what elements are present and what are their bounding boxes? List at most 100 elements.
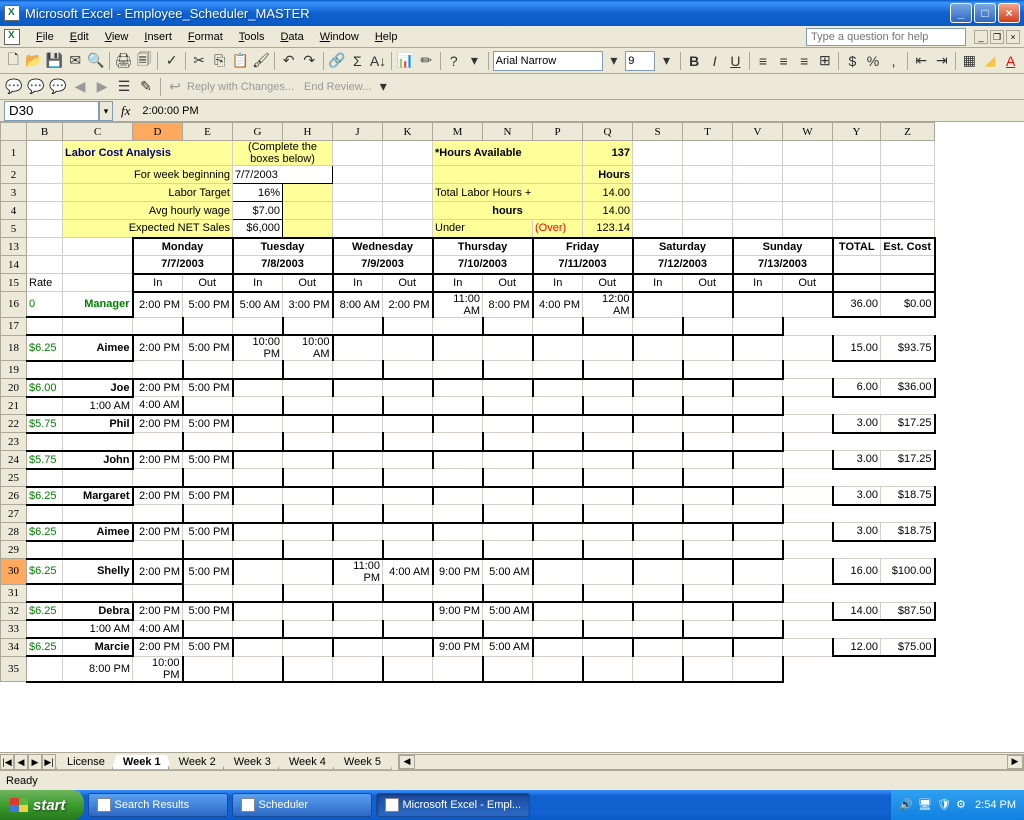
- rate-cell[interactable]: $5.75: [27, 415, 63, 433]
- shift-out-cell[interactable]: [583, 415, 633, 433]
- maximize-button[interactable]: □: [974, 3, 996, 23]
- shift-in-cell[interactable]: [233, 451, 283, 469]
- prev-comment-icon[interactable]: ◀: [70, 77, 90, 97]
- shift-out-cell[interactable]: [383, 415, 433, 433]
- toolbar-dropdown-icon[interactable]: ▾: [465, 51, 484, 71]
- tab-nav-prev-icon[interactable]: ◀: [14, 754, 28, 770]
- shift-in-cell[interactable]: [333, 415, 383, 433]
- rate-cell[interactable]: $6.25: [27, 602, 63, 620]
- sort-asc-icon[interactable]: A↓: [369, 51, 388, 71]
- shift-out-cell[interactable]: [283, 523, 333, 541]
- shift-in-cell[interactable]: [233, 379, 283, 397]
- menu-data[interactable]: Data: [272, 29, 311, 45]
- row-header[interactable]: 25: [1, 469, 27, 487]
- shift-in-cell[interactable]: [733, 379, 783, 397]
- shift-out-cell[interactable]: 5:00 PM: [183, 335, 233, 361]
- copy-icon[interactable]: ⎘: [210, 51, 229, 71]
- employee-name[interactable]: Manager: [63, 292, 133, 318]
- shift-out-cell[interactable]: 4:00 AM: [133, 620, 183, 638]
- tab-nav-next-icon[interactable]: ▶: [28, 754, 42, 770]
- shift-out-cell[interactable]: 5:00 PM: [183, 523, 233, 541]
- shift-out-cell[interactable]: [283, 487, 333, 505]
- shift-in-cell[interactable]: 5:00 AM: [233, 292, 283, 318]
- shift-out-cell[interactable]: [783, 559, 833, 585]
- cut-icon[interactable]: ✂: [190, 51, 209, 71]
- name-box[interactable]: [4, 101, 99, 121]
- row-header[interactable]: 2: [1, 166, 27, 184]
- employee-name[interactable]: Phil: [63, 415, 133, 433]
- shift-out-cell[interactable]: [683, 335, 733, 361]
- row-header[interactable]: 22: [1, 415, 27, 433]
- col-header[interactable]: W: [783, 123, 833, 141]
- col-header[interactable]: J: [333, 123, 383, 141]
- shift-in-cell[interactable]: [733, 523, 783, 541]
- shift-in-cell[interactable]: [633, 638, 683, 656]
- shift-in-cell[interactable]: 2:00 PM: [133, 487, 183, 505]
- start-button[interactable]: start: [0, 790, 84, 820]
- shift-in-cell[interactable]: [333, 487, 383, 505]
- currency-icon[interactable]: $: [843, 51, 862, 71]
- shift-out-cell[interactable]: [483, 415, 533, 433]
- shift-out-cell[interactable]: [783, 335, 833, 361]
- rate-cell[interactable]: $6.25: [27, 335, 63, 361]
- doc-close-button[interactable]: ×: [1006, 30, 1020, 44]
- shift-in-cell[interactable]: 9:00 PM: [433, 638, 483, 656]
- shift-in-cell[interactable]: [233, 487, 283, 505]
- menu-help[interactable]: Help: [367, 29, 406, 45]
- shift-out-cell[interactable]: [683, 559, 733, 585]
- rate-cell[interactable]: $6.25: [27, 523, 63, 541]
- taskbar-button[interactable]: Microsoft Excel - Empl...: [376, 793, 531, 817]
- shift-out-cell[interactable]: [683, 292, 733, 318]
- col-header[interactable]: Y: [833, 123, 881, 141]
- shift-in-cell[interactable]: [533, 451, 583, 469]
- shift-in-cell[interactable]: [533, 335, 583, 361]
- menu-tools[interactable]: Tools: [231, 29, 273, 45]
- chart-icon[interactable]: 📊: [396, 51, 415, 71]
- font-size-combo[interactable]: [625, 51, 655, 71]
- shift-out-cell[interactable]: 4:00 AM: [133, 397, 183, 415]
- size-dropdown-icon[interactable]: ▾: [657, 51, 676, 71]
- row-header[interactable]: 29: [1, 541, 27, 559]
- row-header[interactable]: 23: [1, 433, 27, 451]
- col-header[interactable]: N: [483, 123, 533, 141]
- row-header[interactable]: 31: [1, 584, 27, 602]
- shift-in-cell[interactable]: 10:00 PM: [233, 335, 283, 361]
- row-header[interactable]: 21: [1, 397, 27, 415]
- shift-in-cell[interactable]: [433, 335, 483, 361]
- shift-in-cell[interactable]: [433, 415, 483, 433]
- shift-out-cell[interactable]: [383, 335, 433, 361]
- shift-in-cell[interactable]: [533, 487, 583, 505]
- shift-out-cell[interactable]: [583, 451, 633, 469]
- shift-in-cell[interactable]: 2:00 PM: [133, 559, 183, 585]
- col-header[interactable]: Z: [881, 123, 935, 141]
- shift-in-cell[interactable]: [533, 523, 583, 541]
- autosum-icon[interactable]: Σ: [348, 51, 367, 71]
- row-header[interactable]: 3: [1, 184, 27, 202]
- paste-icon[interactable]: 📋: [231, 51, 250, 71]
- shift-in-cell[interactable]: [733, 638, 783, 656]
- font-dropdown-icon[interactable]: ▾: [605, 51, 624, 71]
- shift-in-cell[interactable]: 9:00 PM: [433, 559, 483, 585]
- shift-in-cell[interactable]: [733, 602, 783, 620]
- avg-wage-input[interactable]: $7.00: [233, 202, 283, 220]
- merge-center-icon[interactable]: ⊞: [816, 51, 835, 71]
- align-left-icon[interactable]: ≡: [754, 51, 773, 71]
- shift-in-cell[interactable]: 2:00 PM: [133, 523, 183, 541]
- row-header[interactable]: 13: [1, 238, 27, 256]
- employee-name[interactable]: Joe: [63, 379, 133, 397]
- comment-icon[interactable]: 💬: [4, 77, 24, 97]
- help-search-input[interactable]: [806, 28, 966, 46]
- shift-in-cell[interactable]: [733, 451, 783, 469]
- tray-icon[interactable]: 🛡: [937, 798, 951, 812]
- shift-out-cell[interactable]: [583, 602, 633, 620]
- shift-out-cell[interactable]: [783, 415, 833, 433]
- shift-out-cell[interactable]: [283, 379, 333, 397]
- shift-in-cell[interactable]: [433, 487, 483, 505]
- row-header[interactable]: 28: [1, 523, 27, 541]
- tray-icon[interactable]: 🔊: [899, 798, 913, 812]
- horizontal-scrollbar[interactable]: ◀ ▶: [398, 754, 1024, 770]
- print-preview-icon[interactable]: 🗐: [135, 51, 154, 71]
- show-comment-icon[interactable]: ☰: [114, 77, 134, 97]
- print-icon[interactable]: 🖨: [114, 51, 133, 71]
- shift-in-cell[interactable]: [233, 638, 283, 656]
